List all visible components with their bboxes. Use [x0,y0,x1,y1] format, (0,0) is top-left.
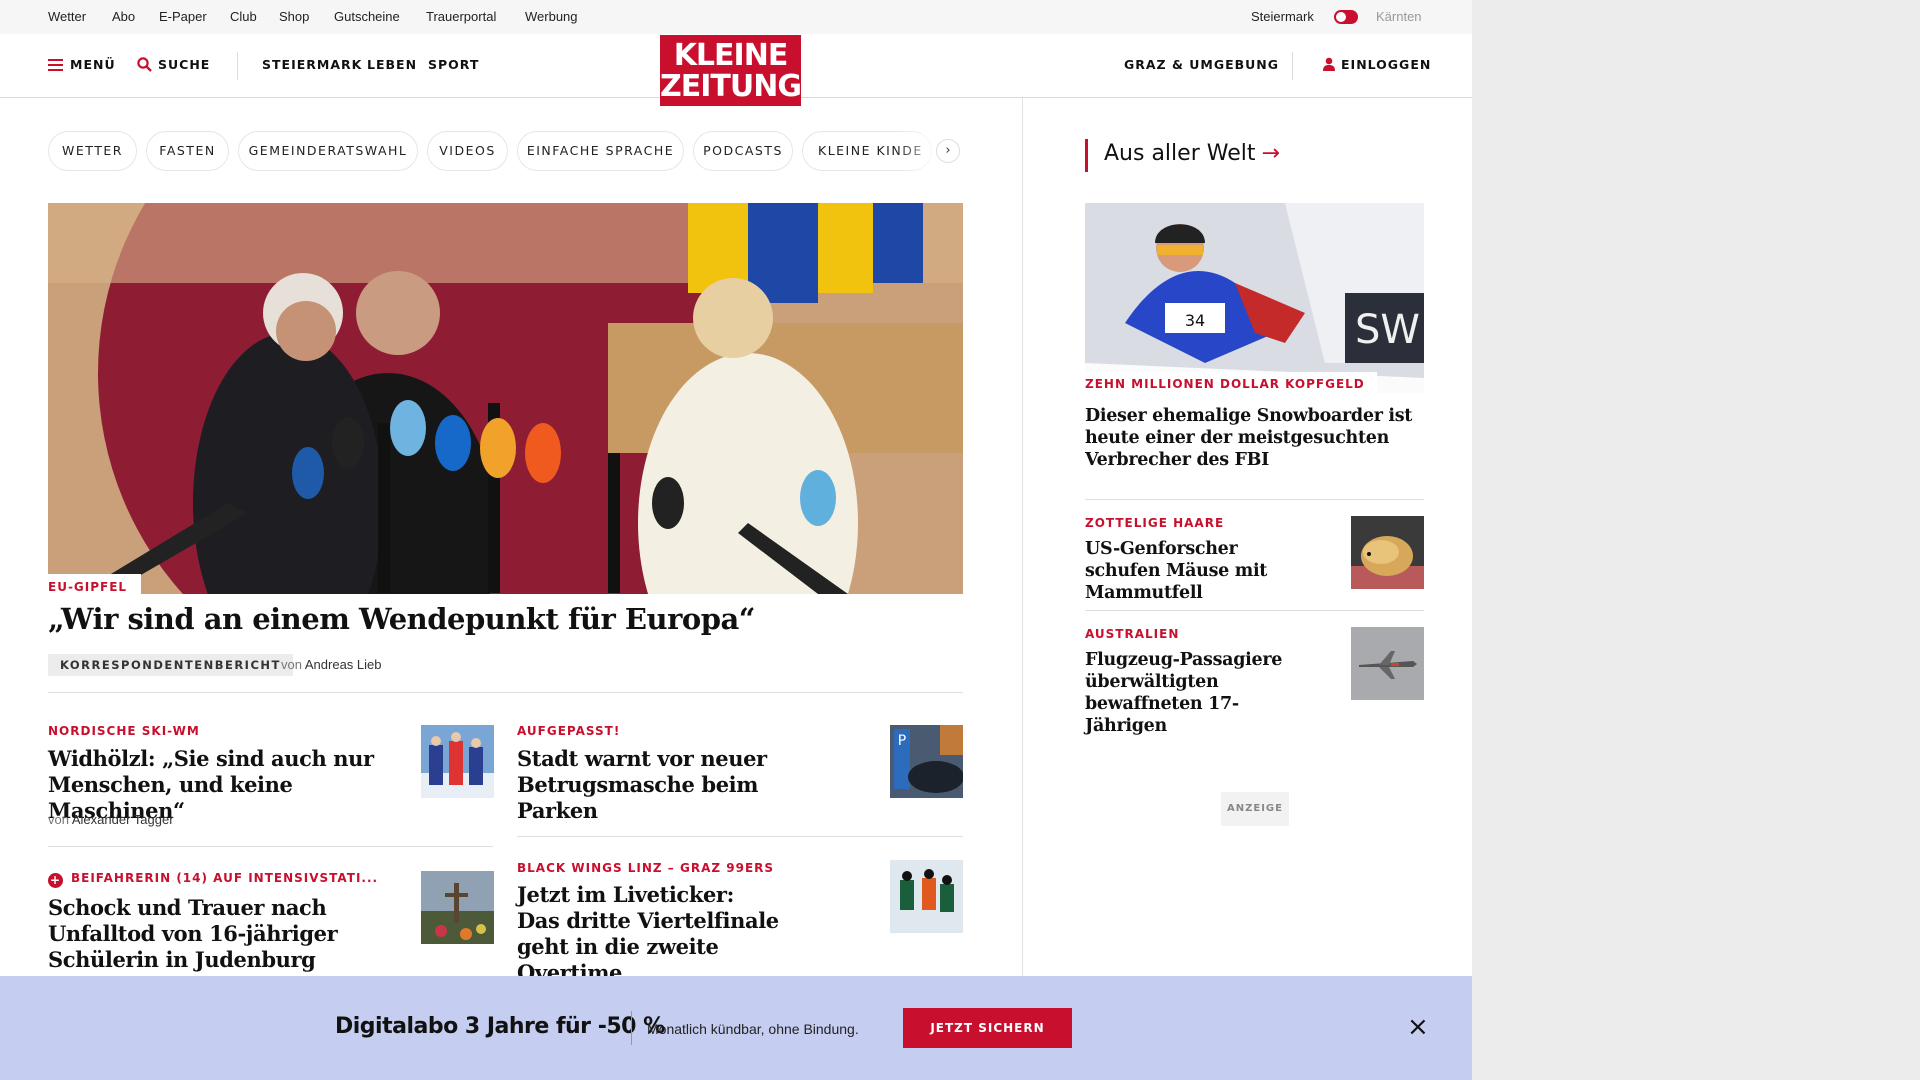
header-divider-right [1292,52,1293,80]
sidebar-thumbnail[interactable] [1351,627,1424,700]
hamburger-icon [48,59,63,74]
util-link-shop[interactable]: Shop [279,9,309,24]
login-button[interactable]: EINLOGGEN [1323,57,1431,74]
hero-headline[interactable]: „Wir sind an einem Wendepunkt für Europa… [48,602,756,636]
hero-kicker: EU-GIPFEL [48,574,142,598]
divider [1085,610,1424,611]
chevron-right-icon[interactable]: › [936,139,960,163]
region-kaernten[interactable]: Kärnten [1376,9,1422,24]
util-link-club[interactable]: Club [230,9,257,24]
svg-text:34: 34 [1185,311,1205,330]
util-link-trauerportal[interactable]: Trauerportal [426,9,496,24]
svg-text:P: P [898,733,906,749]
utility-bar: Wetter Abo E-Paper Club Shop Gutscheine … [0,0,1472,34]
article-type-badge: KORRESPONDENTENBERICHT [48,654,293,676]
sidebar-title[interactable]: US-Genforscher schufen Mäuse mit Mammutf… [1085,538,1315,604]
divider [1085,499,1424,500]
util-link-epaper[interactable]: E-Paper [159,9,207,24]
svg-text:SW: SW [1355,307,1420,353]
region-toggle[interactable] [1334,10,1358,24]
subscription-banner: Digitalabo 3 Jahre für -50 % Monatlich k… [0,976,1472,1080]
divider [48,692,963,693]
search-icon [137,57,152,75]
subscribe-button[interactable]: JETZT SICHERN [903,1008,1072,1048]
topic-pill-wetter[interactable]: WETTER [48,131,137,171]
sidebar-title[interactable]: Dieser ehemalige Snowboarder ist heute e… [1085,405,1424,471]
util-link-wetter[interactable]: Wetter [48,9,86,24]
close-icon[interactable]: × [1407,1014,1429,1040]
logo-line-2: ZEITUNG [660,69,802,104]
topic-pill-videos[interactable]: VIDEOS [427,131,508,171]
teaser-kicker-text: BEIFAHRERIN (14) AUF INTENSIVSTATI... [71,871,379,885]
header-divider [237,52,238,80]
byline-author[interactable]: Alexander Tagger [72,812,174,827]
promo-divider [631,1011,632,1045]
arrow-right-icon: → [1261,141,1280,166]
teaser-kicker: AUFGEPASST! [517,724,621,738]
ad-label: ANZEIGE [1221,792,1289,826]
teaser-thumbnail[interactable]: P [890,725,963,798]
util-link-gutscheine[interactable]: Gutscheine [334,9,400,24]
section-title-link[interactable]: Aus aller Welt → [1104,141,1280,166]
menu-label: MENÜ [70,57,116,72]
byline-author[interactable]: Andreas Lieb [305,657,382,672]
teaser-kicker: BLACK WINGS LINZ – GRAZ 99ERS [517,861,775,875]
sidebar-lead-image[interactable]: SW 34 [1085,203,1424,393]
promo-subtitle: Monatlich kündbar, ohne Bindung. [647,1021,859,1037]
topic-pill-gemeinderatswahl[interactable]: GEMEINDERATSWAHL [238,131,418,171]
hero-byline: von Andreas Lieb [281,657,382,672]
byline-prefix: von [48,812,69,827]
section-title: Aus aller Welt [1104,141,1256,166]
sidebar-kicker: AUSTRALIEN [1085,627,1180,641]
nav-steiermark[interactable]: STEIERMARK [262,57,362,72]
login-label: EINLOGGEN [1341,57,1432,72]
teaser-thumbnail[interactable] [421,871,494,944]
topic-pill-fasten[interactable]: FASTEN [146,131,229,171]
column-divider [1022,98,1023,978]
page: Wetter Abo E-Paper Club Shop Gutscheine … [0,0,1472,1080]
teaser-title[interactable]: Jetzt im Liveticker: Das dritte Viertelf… [517,882,782,986]
util-link-werbung[interactable]: Werbung [525,9,578,24]
teaser-title[interactable]: Stadt warnt vor neuer Betrugsmasche beim… [517,746,837,824]
byline-prefix: von [281,657,302,672]
region-graz-link[interactable]: GRAZ & UMGEBUNG [1124,57,1279,72]
divider [517,836,963,837]
search-button[interactable]: SUCHE [137,57,210,75]
promo-title: Digitalabo 3 Jahre für -50 % [335,1014,665,1039]
search-label: SUCHE [158,57,211,72]
kleine-zeitung-logo[interactable]: KLEINE ZEITUNG [660,35,802,106]
hero-image[interactable] [48,203,963,594]
teaser-title[interactable]: Schock und Trauer nach Unfalltod von 16-… [48,895,378,973]
user-icon [1323,57,1335,74]
menu-button[interactable]: MENÜ [48,57,116,74]
nav-leben[interactable]: LEBEN [367,57,417,72]
sidebar-kicker: ZOTTELIGE HAARE [1085,516,1225,530]
nav-sport[interactable]: SPORT [428,57,479,72]
region-steiermark[interactable]: Steiermark [1251,9,1314,24]
main-header: MENÜ SUCHE STEIERMARK LEBEN SPORT KLEINE… [0,34,1472,106]
sidebar-thumbnail[interactable] [1351,516,1424,589]
topic-pill-podcasts[interactable]: PODCASTS [693,131,793,171]
divider [48,846,493,847]
sidebar-kicker: ZEHN MILLIONEN DOLLAR KOPFGELD [1085,372,1377,396]
teaser-thumbnail[interactable] [421,725,494,798]
teaser-byline: von Alexander Tagger [48,812,174,827]
plus-icon: + [48,873,63,888]
sidebar-title[interactable]: Flugzeug-Passagiere überwältigten bewaff… [1085,649,1315,737]
util-link-abo[interactable]: Abo [112,9,135,24]
topic-pill-einfache-sprache[interactable]: EINFACHE SPRACHE [517,131,684,171]
logo-line-1: KLEINE [673,38,789,73]
teaser-kicker: + BEIFAHRERIN (14) AUF INTENSIVSTATI... [48,871,378,888]
teaser-kicker: NORDISCHE SKI-WM [48,724,200,738]
teaser-thumbnail[interactable] [890,860,963,933]
section-accent-bar [1085,139,1088,172]
